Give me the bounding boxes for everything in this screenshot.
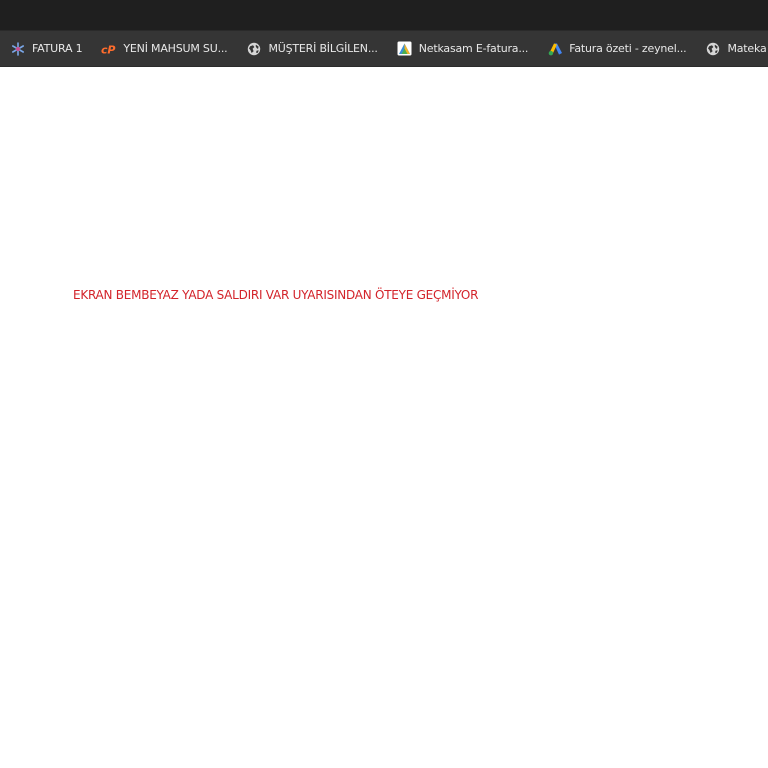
snowflake-icon bbox=[10, 41, 26, 57]
page-content: EKRAN BEMBEYAZ YADA SALDIRI VAR UYARISIN… bbox=[0, 67, 768, 768]
netkasam-icon bbox=[397, 41, 413, 57]
cpanel-icon: cP bbox=[101, 41, 117, 57]
browser-window: FATURA 1 cP YENİ MAHSUM SU... MÜŞTERİ Bİ… bbox=[0, 0, 768, 768]
bookmark-mateka-yedek[interactable]: Mateka Yedek Pa bbox=[701, 36, 768, 62]
bookmark-fatura-1[interactable]: FATURA 1 bbox=[6, 36, 86, 62]
bookmark-fatura-ozeti[interactable]: Fatura özeti - zeynel... bbox=[543, 36, 690, 62]
bookmark-yeni-mahsum[interactable]: cP YENİ MAHSUM SU... bbox=[97, 36, 231, 62]
bookmark-musteri-bilgilen[interactable]: MÜŞTERİ BİLGİLEN... bbox=[242, 36, 381, 62]
svg-text:cP: cP bbox=[101, 43, 115, 55]
globe-icon bbox=[705, 41, 721, 57]
globe-icon bbox=[246, 41, 262, 57]
browser-top-bar bbox=[0, 0, 768, 30]
bookmark-netkasam[interactable]: Netkasam E-fatura... bbox=[393, 36, 532, 62]
bookmarks-bar: FATURA 1 cP YENİ MAHSUM SU... MÜŞTERİ Bİ… bbox=[0, 30, 768, 67]
bookmark-label: Fatura özeti - zeynel... bbox=[569, 42, 687, 55]
google-ads-icon bbox=[547, 41, 563, 57]
bookmark-label: Mateka Yedek Pa bbox=[727, 42, 768, 55]
bookmark-label: Netkasam E-fatura... bbox=[418, 42, 529, 55]
bookmark-label: YENİ MAHSUM SU... bbox=[123, 42, 228, 55]
bookmark-label: MÜŞTERİ BİLGİLEN... bbox=[268, 42, 378, 55]
page-message: EKRAN BEMBEYAZ YADA SALDIRI VAR UYARISIN… bbox=[73, 288, 479, 302]
bookmark-label: FATURA 1 bbox=[32, 42, 83, 55]
